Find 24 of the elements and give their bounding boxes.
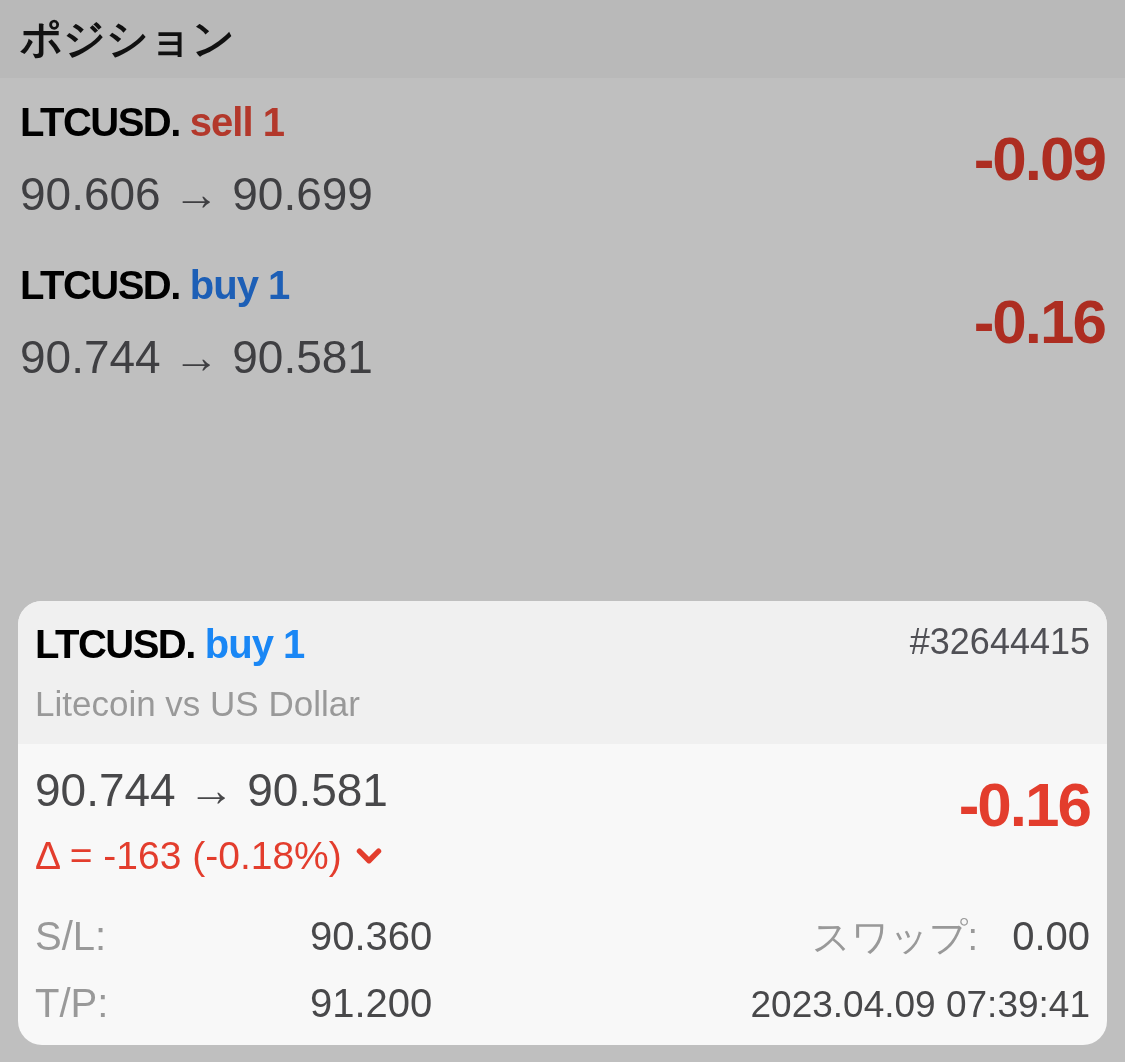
price-change-text: 90.744 → 90.581	[35, 764, 388, 816]
chevron-down-icon[interactable]	[355, 847, 382, 865]
field-label: T/P:	[35, 980, 110, 1027]
price-change-text: 90.744 → 90.581	[20, 331, 373, 383]
profit-value: -0.09	[973, 124, 1105, 194]
symbol-label: LTCUSD.	[20, 99, 180, 146]
field-value: 90.360	[310, 913, 433, 960]
symbol-label: LTCUSD.	[35, 621, 195, 668]
instrument-description: Litecoin vs US Dollar	[35, 683, 360, 725]
ticket-number: #32644415	[909, 620, 1090, 664]
header-title: ポジション	[20, 14, 235, 64]
field-value: 91.200	[310, 980, 433, 1027]
field-label: スワップ:	[811, 915, 979, 960]
field-label: S/L:	[35, 913, 108, 960]
open-time-text: 2023.04.09 07:39:41	[750, 983, 1090, 1027]
price-change-text: 90.606 → 90.699	[20, 168, 373, 220]
field-value: 0.00	[1012, 913, 1090, 960]
profit-value: -0.16	[973, 287, 1105, 357]
order-label: buy 1	[189, 262, 290, 309]
symbol-label: LTCUSD.	[20, 262, 180, 309]
profit-value: -0.16	[958, 770, 1090, 840]
order-label: buy 1	[204, 621, 305, 668]
order-label: sell 1	[189, 99, 284, 146]
price-delta-text: Δ = -163 (-0.18%)	[35, 833, 342, 879]
